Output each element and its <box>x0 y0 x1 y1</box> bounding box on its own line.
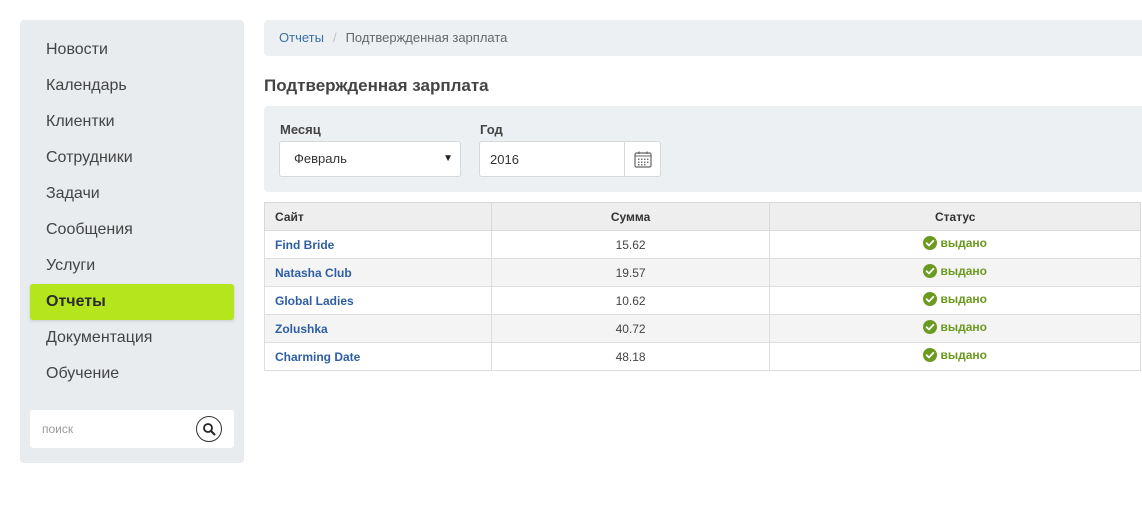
year-field <box>479 141 661 177</box>
status-cell: выдано <box>769 314 1141 343</box>
check-circle-icon <box>923 292 938 306</box>
page-title: Подтвержденная зарплата <box>264 76 489 95</box>
table-row: Natasha Club 19.57 выдано <box>264 258 1141 287</box>
check-circle-icon <box>923 348 938 362</box>
sidebar-nav: Новости Календарь Клиентки Сотрудники За… <box>20 20 244 392</box>
status-text: выдано <box>940 292 987 306</box>
sidebar: Новости Календарь Клиентки Сотрудники За… <box>20 20 244 463</box>
breadcrumb: Отчеты / Подтвержденная зарплата <box>264 20 1142 56</box>
table-row: Charming Date 48.18 выдано <box>264 342 1141 371</box>
status-text: выдано <box>940 236 987 250</box>
site-cell: Global Ladies <box>264 286 492 315</box>
column-header-amount[interactable]: Сумма <box>490 202 771 231</box>
breadcrumb-current: Подтвержденная зарплата <box>345 30 508 45</box>
status-cell: выдано <box>769 286 1141 315</box>
table-row: Zolushka 40.72 выдано <box>264 314 1141 343</box>
month-label: Месяц <box>280 122 321 137</box>
table-header-row: Сайт Сумма Статус <box>264 202 1141 231</box>
sidebar-item-employees[interactable]: Сотрудники <box>20 140 244 176</box>
month-select[interactable]: Февраль ▼ <box>279 141 461 177</box>
sidebar-item-documentation[interactable]: Документация <box>20 320 244 356</box>
column-header-status[interactable]: Статус <box>769 202 1141 231</box>
site-cell: Zolushka <box>264 314 492 343</box>
site-link[interactable]: Natasha Club <box>275 266 352 280</box>
status-badge: выдано <box>923 292 987 306</box>
breadcrumb-separator: / <box>332 30 337 45</box>
status-cell: выдано <box>769 230 1141 259</box>
search-input[interactable] <box>30 410 190 448</box>
site-link[interactable]: Find Bride <box>275 238 334 252</box>
sidebar-item-training[interactable]: Обучение <box>20 356 244 392</box>
column-header-site[interactable]: Сайт <box>264 202 492 231</box>
status-badge: выдано <box>923 348 987 362</box>
site-cell: Charming Date <box>264 342 492 371</box>
site-link[interactable]: Zolushka <box>275 322 328 336</box>
sidebar-item-services[interactable]: Услуги <box>20 248 244 284</box>
search-button[interactable] <box>196 416 222 442</box>
month-select-value: Февраль <box>294 151 347 166</box>
sidebar-item-tasks[interactable]: Задачи <box>20 176 244 212</box>
check-circle-icon <box>923 236 938 250</box>
sidebar-search <box>30 410 234 448</box>
amount-cell: 10.62 <box>490 286 771 315</box>
chevron-down-icon: ▼ <box>443 153 453 164</box>
filters-panel: Месяц Февраль ▼ Год <box>264 106 1142 192</box>
sidebar-item-messages[interactable]: Сообщения <box>20 212 244 248</box>
calendar-icon <box>633 151 652 168</box>
status-cell: выдано <box>769 342 1141 371</box>
calendar-button[interactable] <box>624 142 660 176</box>
status-text: выдано <box>940 264 987 278</box>
salary-table: Сайт Сумма Статус Find Bride 15.62 выдан… <box>264 202 1141 371</box>
site-link[interactable]: Global Ladies <box>275 294 354 308</box>
sidebar-item-news[interactable]: Новости <box>20 32 244 68</box>
check-circle-icon <box>923 264 938 278</box>
check-circle-icon <box>923 320 938 334</box>
status-badge: выдано <box>923 264 987 278</box>
table-row: Find Bride 15.62 выдано <box>264 230 1141 259</box>
status-text: выдано <box>940 320 987 334</box>
sidebar-item-reports[interactable]: Отчеты <box>30 284 234 320</box>
amount-cell: 19.57 <box>490 258 771 287</box>
site-cell: Find Bride <box>264 230 492 259</box>
status-badge: выдано <box>923 320 987 334</box>
year-input[interactable] <box>480 142 624 176</box>
status-badge: выдано <box>923 236 987 250</box>
sidebar-item-calendar[interactable]: Календарь <box>20 68 244 104</box>
amount-cell: 15.62 <box>490 230 771 259</box>
search-icon <box>203 423 216 436</box>
amount-cell: 40.72 <box>490 314 771 343</box>
site-link[interactable]: Charming Date <box>275 350 360 364</box>
amount-cell: 48.18 <box>490 342 771 371</box>
sidebar-item-clients[interactable]: Клиентки <box>20 104 244 140</box>
site-cell: Natasha Club <box>264 258 492 287</box>
table-row: Global Ladies 10.62 выдано <box>264 286 1141 315</box>
year-label: Год <box>480 122 503 137</box>
status-cell: выдано <box>769 258 1141 287</box>
breadcrumb-link-reports[interactable]: Отчеты <box>279 30 324 45</box>
status-text: выдано <box>940 348 987 362</box>
